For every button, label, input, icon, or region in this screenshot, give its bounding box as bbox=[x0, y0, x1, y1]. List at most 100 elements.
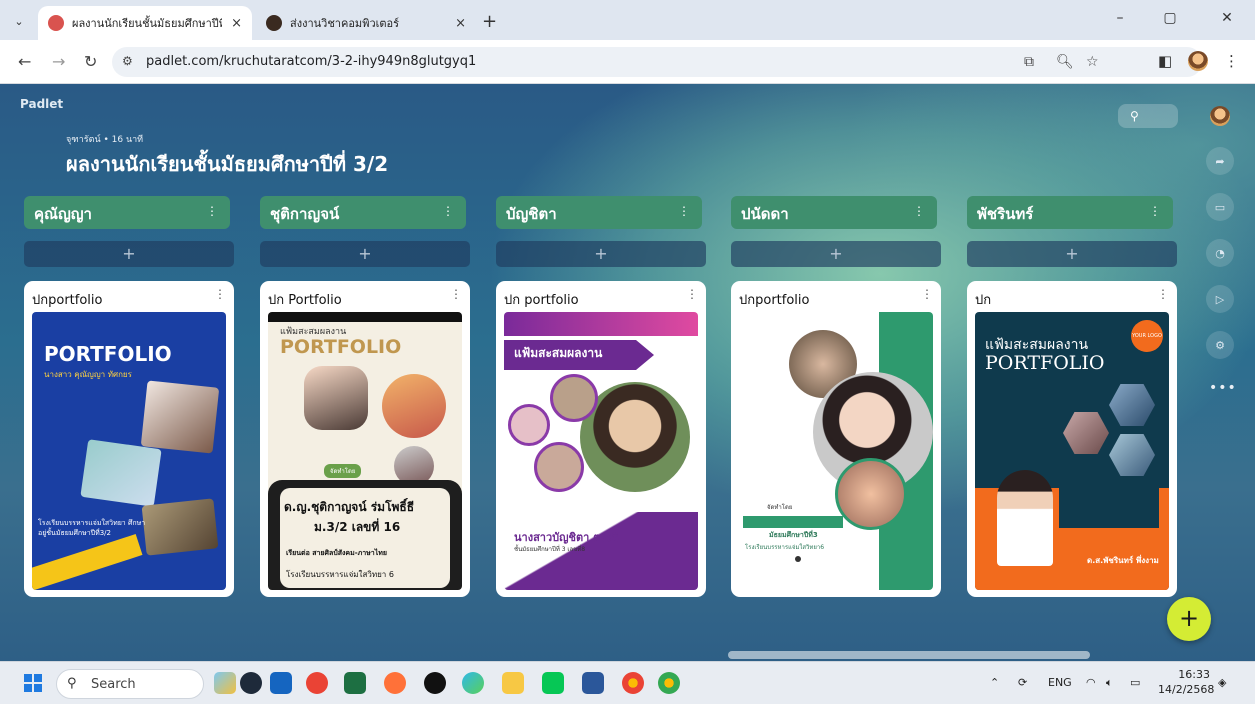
volume-icon[interactable]: 🔈︎ bbox=[1106, 676, 1113, 690]
board-search-button[interactable]: ⚲ bbox=[1118, 104, 1178, 128]
post-menu-icon[interactable]: ⋮ bbox=[921, 287, 933, 301]
add-post-button[interactable]: + bbox=[496, 241, 706, 267]
post-menu-icon[interactable]: ⋮ bbox=[214, 287, 226, 301]
cover-headline: PORTFOLIO bbox=[280, 336, 402, 358]
chrome-menu-icon[interactable]: ⋮ bbox=[1224, 52, 1239, 70]
new-tab-button[interactable]: + bbox=[482, 11, 497, 32]
settings-gear-icon[interactable]: ⚙ bbox=[1206, 331, 1234, 359]
profile-avatar-icon[interactable] bbox=[1188, 51, 1208, 71]
store-icon[interactable] bbox=[270, 672, 292, 694]
column-menu-icon[interactable]: ⋮ bbox=[206, 204, 218, 218]
wifi-icon[interactable]: ◠ bbox=[1086, 676, 1096, 689]
tiktok-icon[interactable] bbox=[424, 672, 446, 694]
more-options-icon[interactable]: ••• bbox=[1209, 380, 1237, 396]
cover-class: ชั้นมัธยมศึกษาปีที่ 3 เลขที่8 bbox=[514, 546, 586, 553]
word-icon[interactable] bbox=[582, 672, 604, 694]
padlet-logo[interactable]: Padlet bbox=[20, 97, 63, 111]
add-post-fab-button[interactable]: + bbox=[1167, 597, 1211, 641]
tab-search-button[interactable]: ⌄ bbox=[8, 10, 30, 32]
edge-icon[interactable] bbox=[462, 672, 484, 694]
post-image[interactable]: แฟ้มสะสมผลงาน PORTFOLIO จัดทำโดย ด.ญ.ชุต… bbox=[268, 312, 462, 590]
slideshow-icon[interactable]: ▭ bbox=[1206, 193, 1234, 221]
task-view-icon[interactable] bbox=[240, 672, 262, 694]
column-header-2[interactable]: ชุติกาญจน์ ⋮ bbox=[260, 196, 466, 229]
post-menu-icon[interactable]: ⋮ bbox=[1157, 287, 1169, 301]
cover-name: นางสาว คุณัญญา ทัศกยร bbox=[44, 370, 132, 379]
play-icon[interactable]: ▷ bbox=[1206, 285, 1234, 313]
cast-icon[interactable]: ⧉ bbox=[1024, 54, 1034, 70]
close-window-button[interactable]: ✕ bbox=[1205, 10, 1249, 26]
add-post-button[interactable]: + bbox=[967, 241, 1177, 267]
add-post-button[interactable]: + bbox=[24, 241, 234, 267]
tab-padlet[interactable]: ผลงานนักเรียนชั้นมัธยมศึกษาปีที่ 3/2 × bbox=[38, 6, 252, 40]
back-arrow-icon[interactable]: ← bbox=[18, 52, 31, 71]
side-panel-icon[interactable]: ◧ bbox=[1158, 52, 1172, 70]
column-menu-icon[interactable]: ⋮ bbox=[913, 204, 925, 218]
cover-school: โรงเรียนบรรหารแจ่มใสวิทยา 6 bbox=[286, 570, 394, 579]
zoom-icon[interactable]: 🔍︎ bbox=[1056, 54, 1074, 70]
post-card[interactable]: ปกportfolio ⋮ จัดทำโดย มัธยมศึกษาปีที่3 … bbox=[731, 281, 941, 597]
add-post-button[interactable]: + bbox=[731, 241, 941, 267]
post-image[interactable]: แฟ้มสะสมผลงาน นางสาวบัญชิตา ตรงดี ชั้นมั… bbox=[504, 312, 698, 590]
column-menu-icon[interactable]: ⋮ bbox=[442, 204, 454, 218]
taskbar-clock[interactable]: 16:33 14/2/2568 bbox=[1158, 667, 1215, 697]
column-name: พัชรินทร์ bbox=[977, 205, 1034, 223]
student-photo bbox=[997, 470, 1053, 566]
url-bar[interactable]: ⚙ padlet.com/kruchutaratcom/3-2-ihy949n8… bbox=[112, 47, 1202, 77]
minimize-button[interactable]: – bbox=[1098, 10, 1142, 26]
post-card[interactable]: ปกportfolio ⋮ PORTFOLIO นางสาว คุณัญญา ท… bbox=[24, 281, 234, 597]
post-card[interactable]: ปก ⋮ YOUR LOGO แฟ้มสะสมผลงาน PORTFOLIO ด… bbox=[967, 281, 1177, 597]
post-menu-icon[interactable]: ⋮ bbox=[450, 287, 462, 301]
reload-icon[interactable]: ↻ bbox=[84, 52, 97, 71]
profile-favicon-icon bbox=[266, 15, 282, 31]
padlet-favicon-icon bbox=[48, 15, 64, 31]
windows-start-icon[interactable] bbox=[24, 674, 42, 692]
tab-assignment[interactable]: ส่งงานวิชาคอมพิวเตอร์ × bbox=[256, 6, 476, 40]
language-indicator[interactable]: ENG bbox=[1048, 676, 1072, 689]
post-image[interactable]: PORTFOLIO นางสาว คุณัญญา ทัศกยร โรงเรียน… bbox=[32, 312, 226, 590]
battery-icon[interactable]: ▭ bbox=[1130, 676, 1140, 689]
widgets-icon[interactable] bbox=[214, 672, 236, 694]
notifications-icon[interactable]: ◈ bbox=[1218, 676, 1226, 689]
bookmark-star-icon[interactable]: ☆ bbox=[1086, 54, 1099, 70]
post-card[interactable]: ปก Portfolio ⋮ แฟ้มสะสมผลงาน PORTFOLIO จ… bbox=[260, 281, 470, 597]
friends-photo bbox=[835, 458, 907, 530]
notification-bell-icon[interactable]: ◔ bbox=[1206, 239, 1234, 267]
post-image[interactable]: YOUR LOGO แฟ้มสะสมผลงาน PORTFOLIO ด.ส.พั… bbox=[975, 312, 1169, 590]
column-header-5[interactable]: พัชรินทร์ ⋮ bbox=[967, 196, 1173, 229]
horizontal-scrollbar[interactable] bbox=[728, 651, 1090, 659]
add-post-button[interactable]: + bbox=[260, 241, 470, 267]
forward-arrow-icon[interactable]: → bbox=[52, 52, 65, 71]
chrome-profile-icon[interactable] bbox=[658, 672, 680, 694]
chrome-app-icon[interactable] bbox=[306, 672, 328, 694]
chrome-profile-icon[interactable] bbox=[622, 672, 644, 694]
activity-photo bbox=[550, 374, 598, 422]
post-menu-icon[interactable]: ⋮ bbox=[686, 287, 698, 301]
post-card[interactable]: ปก portfolio ⋮ แฟ้มสะสมผลงาน นางสาวบัญชิ… bbox=[496, 281, 706, 597]
activity-photo bbox=[141, 498, 219, 556]
student-photo bbox=[140, 380, 220, 454]
post-image[interactable]: จัดทำโดย มัธยมศึกษาปีที่3 โรงเรียนบรรหาร… bbox=[739, 312, 933, 590]
column-header-1[interactable]: คุณัญญา ⋮ bbox=[24, 196, 230, 229]
user-avatar[interactable] bbox=[1210, 106, 1230, 126]
url-text[interactable]: padlet.com/kruchutaratcom/3-2-ihy949n8gl… bbox=[146, 54, 476, 69]
line-icon[interactable] bbox=[542, 672, 564, 694]
tab-close-icon[interactable]: × bbox=[455, 16, 466, 31]
taskbar-search-input[interactable]: ⚲ Search bbox=[56, 669, 204, 699]
clock-time: 16:33 bbox=[1178, 668, 1210, 681]
restore-button[interactable]: ▢ bbox=[1148, 10, 1192, 26]
share-icon[interactable]: ➦ bbox=[1206, 147, 1234, 175]
column-menu-icon[interactable]: ⋮ bbox=[678, 204, 690, 218]
post-title: ปกportfolio bbox=[739, 293, 810, 308]
tab-close-icon[interactable]: × bbox=[231, 16, 242, 31]
firefox-icon[interactable] bbox=[384, 672, 406, 694]
column-header-3[interactable]: บัญชิตา ⋮ bbox=[496, 196, 702, 229]
excel-icon[interactable] bbox=[344, 672, 366, 694]
file-explorer-icon[interactable] bbox=[502, 672, 524, 694]
tray-overflow-icon[interactable]: ⌃ bbox=[990, 676, 999, 689]
site-info-icon[interactable]: ⚙ bbox=[122, 54, 133, 68]
column-header-4[interactable]: ปนัดดา ⋮ bbox=[731, 196, 937, 229]
clock-date: 14/2/2568 bbox=[1158, 683, 1215, 696]
column-menu-icon[interactable]: ⋮ bbox=[1149, 204, 1161, 218]
sync-icon[interactable]: ⟳ bbox=[1018, 676, 1027, 689]
